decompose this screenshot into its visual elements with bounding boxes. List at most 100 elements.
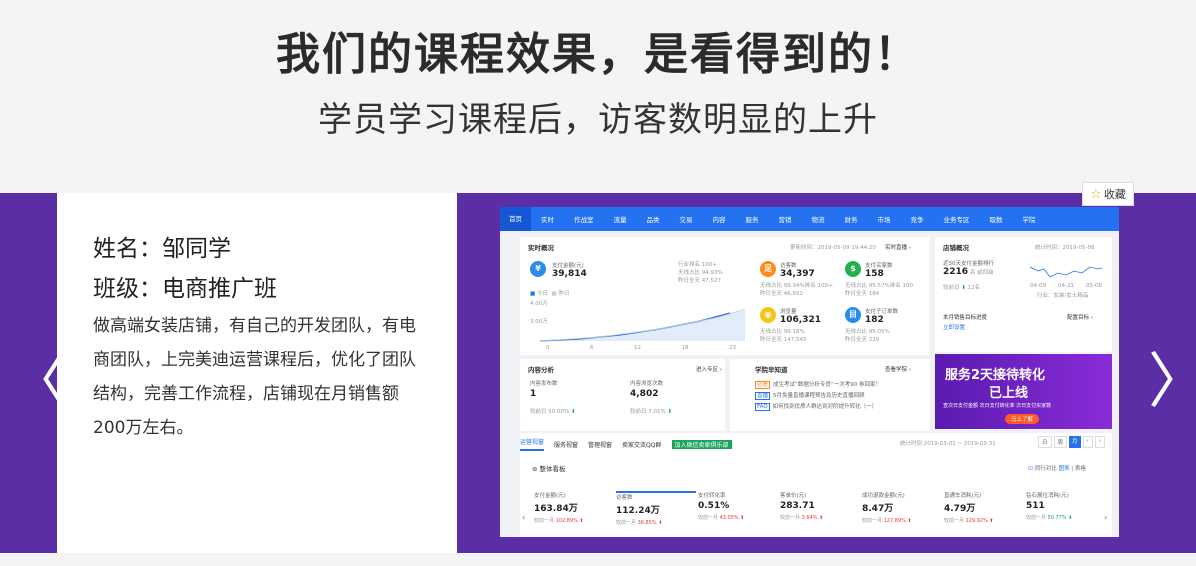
- nav-item[interactable]: 实时: [531, 214, 564, 224]
- spark-date: 05-08: [1086, 283, 1102, 289]
- banner-line1: 服务2天接待转化: [945, 368, 1046, 383]
- page-title: 我们的课程效果，是看得到的！: [276, 29, 920, 80]
- nav-item[interactable]: 取数: [980, 214, 1013, 224]
- tab-management[interactable]: 管理视窗: [588, 440, 612, 449]
- learn-item[interactable]: FAQ 如何找到优质人群达到对阶提升转化（一）: [755, 402, 881, 411]
- nav-item[interactable]: 流量: [604, 214, 637, 224]
- kpi-prev-icon[interactable]: ‹: [522, 513, 525, 522]
- banner-button[interactable]: 马上了解: [1005, 414, 1040, 424]
- kpi-card[interactable]: 客单价(元) 283.71 较前一月 3.64% ⬆: [780, 491, 860, 535]
- learn-item[interactable]: 必看 成生考试“数据分析专员”一次考90 券回家！: [755, 380, 881, 389]
- kpi-compare-pct: 129.92% ⬆: [965, 518, 994, 524]
- nav-item[interactable]: 交易: [670, 214, 703, 224]
- metric-label: 浏览量: [780, 309, 797, 315]
- nav-item[interactable]: 内容: [703, 214, 736, 224]
- dashboard-screenshot: 首页 实时 作战室 流量 品类 交易 内容 服务 营销 物流 财务 市场 竞争 业务专区 取数 学院 实时概况…: [500, 207, 1119, 537]
- view-chart[interactable]: 图表: [1058, 466, 1069, 472]
- nav-item[interactable]: 财务: [835, 214, 868, 224]
- nav-item[interactable]: 品类: [637, 214, 670, 224]
- realtime-live-link[interactable]: 实时直播 ›: [885, 243, 911, 251]
- kpi-compare-pct: 127.89% ⬆: [883, 518, 912, 524]
- shop-prev: 较前日 ⬇ 12名: [943, 285, 981, 291]
- cmp-label: 较前日: [630, 409, 647, 415]
- tab-wechat-club[interactable]: 加入微信卖家俱乐部: [671, 439, 732, 449]
- period-day[interactable]: 日: [1038, 436, 1052, 448]
- chart-legend: ■ 今日 ■ 昨日: [530, 291, 570, 297]
- carousel-prev-button[interactable]: 〈: [8, 352, 68, 422]
- kpi-card[interactable]: 支付转化率 0.51% 较前一月 43.05% ⬆: [698, 491, 778, 535]
- learn-title: 学院早知道: [755, 366, 788, 374]
- stats-range: 统计时间 2019-03-01 ~ 2019-03-31: [900, 441, 996, 447]
- cmp-pct: 50.00%: [548, 409, 570, 415]
- shop-goal-link[interactable]: 配置目标 ›: [1067, 313, 1093, 321]
- period-month[interactable]: 月: [1069, 436, 1081, 448]
- view-options: ☑ 同行对比 图表 | 表格: [1028, 466, 1086, 472]
- metric-line: 昨日全天 229: [845, 337, 880, 343]
- kpi-card[interactable]: 访客数 112.24万 较前一月 36.85% ⬆: [616, 491, 696, 535]
- kpi-label: 支付金额(元): [534, 493, 566, 499]
- x-tick: 0: [546, 345, 550, 351]
- next-period-icon[interactable]: ›: [1094, 436, 1105, 448]
- nav-item[interactable]: 首页: [500, 207, 531, 231]
- learn-list: 必看 成生考试“数据分析专员”一次考90 券回家！ 直播 5月免量直播课程预告及历史直…: [755, 377, 881, 411]
- favorite-button[interactable]: ☆ 收藏: [1082, 182, 1134, 206]
- compare-toggle[interactable]: 同行对比: [1035, 466, 1057, 472]
- kpi-card[interactable]: 成功退款金额(元) 8.47万 较前一月 127.89% ⬆: [862, 491, 942, 535]
- nav-item[interactable]: 服务: [736, 214, 769, 224]
- shop-rank: 2216 名 前四级: [943, 267, 994, 277]
- banner-sub: 查次日支付金额 次日支付转化率 次日支付买家数: [943, 403, 1052, 409]
- kpi-label: 钻石展位消耗(元): [1026, 493, 1069, 499]
- promo-banner[interactable]: 服务2天接待转化 已上线 查次日支付金额 次日支付转化率 次日支付买家数 马上了…: [935, 354, 1112, 429]
- kpi-label: 支付转化率: [698, 493, 726, 499]
- cmp-label: 较前日: [530, 409, 547, 415]
- learn-text: 如何找到优质人群达到对阶提升转化（一）: [772, 404, 878, 410]
- period-week[interactable]: 周: [1053, 436, 1068, 448]
- kpi-compare-pct: 3.64% ⬆: [801, 515, 824, 521]
- nav-item[interactable]: 竞争: [901, 214, 934, 224]
- tab-service[interactable]: 服务视窗: [554, 440, 578, 449]
- learn-tag: 直播: [755, 392, 771, 400]
- metric-icon: ◉: [760, 307, 776, 323]
- spark-date: 04-09: [1030, 283, 1046, 289]
- kpi-label: 客单价(元): [780, 493, 807, 499]
- kpi-label: 直通车消耗(元): [944, 493, 982, 499]
- nav-item[interactable]: 作战室: [564, 214, 604, 224]
- pay-value: 39,814: [552, 269, 587, 279]
- kpi-compare-label: 较前一月: [698, 515, 720, 521]
- content-b-label: 内容浏览次数: [630, 381, 664, 387]
- learn-item[interactable]: 直播 5月免量直播课程预告及历史直播回顾: [755, 391, 881, 400]
- dashboard-nav: 首页 实时 作战室 流量 品类 交易 内容 服务 营销 物流 财务 市场 竞争 业务专区 取数 学院: [500, 207, 1119, 231]
- learn-link[interactable]: 查看学院 ›: [885, 365, 911, 373]
- kpi-card[interactable]: 直通车消耗(元) 4.79万 较前一月 129.92% ⬆: [944, 491, 1024, 535]
- kpi-card[interactable]: 钻石展位消耗(元) 511 较前一月 50.77% ⬇: [1026, 491, 1106, 535]
- prev-period-icon[interactable]: ‹: [1082, 436, 1093, 448]
- metric-label: 支付子订单数: [865, 309, 899, 315]
- nav-item[interactable]: 市场: [868, 214, 901, 224]
- shop-setup-link[interactable]: 立即设置: [943, 323, 965, 331]
- nav-item[interactable]: 营销: [769, 214, 802, 224]
- nav-item[interactable]: 业务专区: [934, 214, 980, 224]
- content-title: 内容分析: [528, 366, 554, 374]
- carousel-next-button[interactable]: 〉: [1148, 352, 1196, 422]
- shop-rank-title: 近30天支付金额排行: [943, 261, 994, 267]
- yen-icon: ¥: [530, 261, 546, 277]
- student-class: 班级：电商推广班: [93, 276, 277, 302]
- kpi-value: 163.84万: [534, 504, 578, 514]
- tab-operations[interactable]: 运营视窗: [520, 437, 545, 451]
- content-link[interactable]: 进入专区 ›: [696, 365, 722, 373]
- metric-value: 34,397: [780, 269, 815, 279]
- metric-line: 无线占比 95.05%: [845, 329, 890, 335]
- rank-line: 昨日全天 47,527: [678, 278, 721, 284]
- metric-value: 158: [865, 269, 884, 279]
- page-subtitle: 学员学习课程后，访客数明显的上升: [318, 100, 878, 140]
- kpi-card[interactable]: 支付金额(元) 163.84万 较前一月 102.89% ⬆: [534, 491, 614, 535]
- kpi-label: 访客数: [616, 495, 633, 501]
- nav-item[interactable]: 学院: [1013, 214, 1046, 224]
- view-table[interactable]: 表格: [1075, 466, 1086, 472]
- metric-line: 昨日全天 46,652: [760, 291, 803, 297]
- spark-date: 04-21: [1058, 283, 1074, 289]
- tab-qq-group[interactable]: 卖家交流QQ群: [622, 440, 661, 449]
- learn-text: 成生考试“数据分析专员”一次考90 券回家！: [773, 382, 881, 388]
- rank-line: 无线占比 94.93%: [678, 270, 723, 276]
- nav-item[interactable]: 物流: [802, 214, 835, 224]
